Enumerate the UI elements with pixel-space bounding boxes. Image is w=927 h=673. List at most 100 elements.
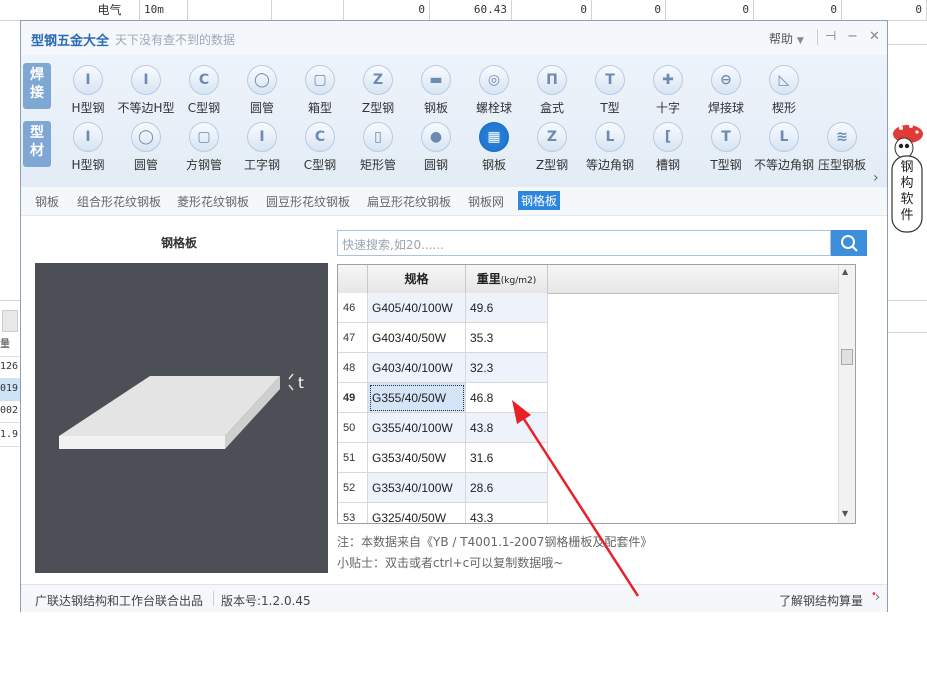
tool-button[interactable]: ◺ 楔形 <box>755 65 813 117</box>
table-scrollbar[interactable]: ▲ ▼ <box>838 265 855 523</box>
weight-cell[interactable]: 35.3 <box>466 323 548 353</box>
tool-button[interactable]: T T型钢 <box>697 122 755 174</box>
sheet-cell[interactable]: 0 <box>592 0 666 20</box>
scroll-up-arrow-icon[interactable]: ▲ <box>842 267 848 276</box>
content-area: 钢格板 t 快速搜索,如20...... 规格 重里(kg/m2) 46 G40… <box>21 216 887 584</box>
sheet-cell-selected[interactable]: 019 <box>0 378 20 401</box>
title-bar[interactable]: 型钢五金大全 天下没有查不到的数据 帮助 ▼ ⊣ − ✕ <box>21 21 887 55</box>
weight-cell[interactable]: 43.8 <box>466 413 548 443</box>
subtab-item[interactable]: 菱形花纹钢板 <box>177 193 249 210</box>
tool-button[interactable]: I H型钢 <box>59 65 117 117</box>
table-row[interactable]: 48 G403/40/100W 32.3 <box>338 353 548 383</box>
spec-cell[interactable]: G403/40/50W <box>368 323 466 353</box>
subtab-item[interactable]: 钢板网 <box>468 193 504 210</box>
sheet-cell[interactable]: 0 <box>344 0 430 20</box>
sheet-cell[interactable] <box>188 0 272 20</box>
spec-cell[interactable]: G353/40/100W <box>368 473 466 503</box>
tool-button[interactable]: ▬ 钢板 <box>407 65 465 117</box>
tool-button[interactable]: ▦ 钢板 <box>465 122 523 174</box>
tool-button[interactable]: ▢ 箱型 <box>291 65 349 117</box>
category-tag-welded[interactable]: 焊接 <box>23 63 51 109</box>
weight-cell[interactable]: 43.3 <box>466 503 548 523</box>
sheet-cell[interactable]: 1.9 <box>0 424 20 447</box>
table-row[interactable]: 52 G353/40/100W 28.6 <box>338 473 548 503</box>
minimize-icon[interactable]: − <box>847 29 858 44</box>
tool-button[interactable]: ● 圆钢 <box>407 122 465 174</box>
tool-button[interactable]: C C型钢 <box>175 65 233 117</box>
sheet-cell[interactable]: 0 <box>512 0 592 20</box>
profile-icon: ◯ <box>247 65 277 95</box>
profile-icon: ▦ <box>479 122 509 152</box>
sheet-cell[interactable]: 002 <box>0 400 20 423</box>
tool-button[interactable]: Z Z型钢 <box>523 122 581 174</box>
subtab-item[interactable]: 组合形花纹钢板 <box>77 193 161 210</box>
table-row[interactable]: 50 G355/40/100W 43.8 <box>338 413 548 443</box>
table-row[interactable]: 51 G353/40/50W 31.6 <box>338 443 548 473</box>
spec-cell[interactable]: G403/40/100W <box>368 353 466 383</box>
weight-cell[interactable]: 32.3 <box>466 353 548 383</box>
row-number-cell: 53 <box>338 503 368 523</box>
tool-button[interactable]: ◯ 圆管 <box>233 65 291 117</box>
sheet-cell[interactable]: 电气 <box>80 0 140 20</box>
sheet-cell[interactable] <box>272 0 344 20</box>
sheet-cell[interactable]: 10m <box>140 0 188 20</box>
tool-button[interactable]: ▯ 矩形管 <box>349 122 407 174</box>
row-number-cell: 47 <box>338 323 368 353</box>
learn-more-link[interactable]: 了解钢结构算量 <box>779 592 863 609</box>
search-button[interactable] <box>831 230 867 256</box>
spec-column-header[interactable]: 规格 <box>368 265 466 293</box>
tool-button[interactable]: Z Z型钢 <box>349 65 407 117</box>
table-row[interactable]: 49 G355/40/50W 46.8 <box>338 383 548 413</box>
mascot-widget[interactable]: 钢构软件 <box>889 118 927 236</box>
sheet-tab[interactable] <box>2 310 18 332</box>
spec-cell[interactable]: G405/40/100W <box>368 293 466 323</box>
subtab-item[interactable]: 圆豆形花纹钢板 <box>266 193 350 210</box>
search-input[interactable]: 快速搜索,如20...... <box>337 230 831 256</box>
table-row[interactable]: 47 G403/40/50W 35.3 <box>338 323 548 353</box>
category-tag-profiles[interactable]: 型材 <box>23 121 51 167</box>
sheet-cell[interactable]: 60.43 <box>430 0 512 20</box>
tool-button[interactable]: T T型 <box>581 65 639 117</box>
pin-icon[interactable]: ⊣ <box>825 29 836 44</box>
close-icon[interactable]: ✕ <box>869 29 880 44</box>
table-row[interactable]: 46 G405/40/100W 49.6 <box>338 293 548 323</box>
tool-button[interactable]: C C型钢 <box>291 122 349 174</box>
spec-cell[interactable]: G353/40/50W <box>368 443 466 473</box>
tool-button[interactable]: L 不等边角钢 <box>754 122 814 174</box>
weight-cell[interactable]: 49.6 <box>466 293 548 323</box>
spec-cell[interactable]: G355/40/50W <box>368 383 466 413</box>
tool-button[interactable]: ≋ 压型钢板 <box>813 122 871 174</box>
weight-cell[interactable]: 46.8 <box>466 383 548 413</box>
tool-button[interactable]: [槽钢 <box>639 122 697 174</box>
subtab-item[interactable]: 钢板 <box>35 193 59 210</box>
tool-button[interactable]: I 工字钢 <box>233 122 291 174</box>
shape-title: 钢格板 <box>161 236 198 250</box>
scroll-down-arrow-icon[interactable]: ▼ <box>842 509 848 518</box>
tool-button[interactable]: П 盒式 <box>523 65 581 117</box>
tool-button[interactable]: ⊖ 焊接球 <box>697 65 755 117</box>
help-menu[interactable]: 帮助 ▼ <box>769 30 804 47</box>
tool-button[interactable]: I H型钢 <box>59 122 117 174</box>
tool-button[interactable]: ◯ 圆管 <box>117 122 175 174</box>
chevron-right-icon[interactable]: › <box>873 170 879 186</box>
weight-cell[interactable]: 31.6 <box>466 443 548 473</box>
sheet-cell[interactable]: 0 <box>754 0 842 20</box>
steel-hardware-window: 型钢五金大全 天下没有查不到的数据 帮助 ▼ ⊣ − ✕ 焊接 型材 I H型钢 I… <box>20 20 888 612</box>
sheet-cell[interactable]: 0 <box>666 0 754 20</box>
tool-button[interactable]: ▢ 方钢管 <box>175 122 233 174</box>
tool-button[interactable]: I 不等边H型 <box>117 65 175 117</box>
subtab-item[interactable]: 扁豆形花纹钢板 <box>367 193 451 210</box>
sheet-cell[interactable]: 0 <box>842 0 927 20</box>
spec-cell[interactable]: G325/40/50W <box>368 503 466 523</box>
scrollbar-thumb[interactable] <box>841 349 853 365</box>
sheet-cell[interactable]: 126 <box>0 356 20 379</box>
tool-button[interactable]: L 等边角钢 <box>581 122 639 174</box>
tool-button[interactable]: ✚ 十字 <box>639 65 697 117</box>
spec-cell[interactable]: G355/40/100W <box>368 413 466 443</box>
tool-button[interactable]: ◎ 螺栓球 <box>465 65 523 117</box>
chevron-right-icon[interactable]: › <box>875 590 880 605</box>
weight-column-header[interactable]: 重里(kg/m2) <box>466 265 548 293</box>
subtab-item[interactable]: 钢格板 <box>518 191 561 210</box>
table-row[interactable]: 53 G325/40/50W 43.3 <box>338 503 548 523</box>
weight-cell[interactable]: 28.6 <box>466 473 548 503</box>
